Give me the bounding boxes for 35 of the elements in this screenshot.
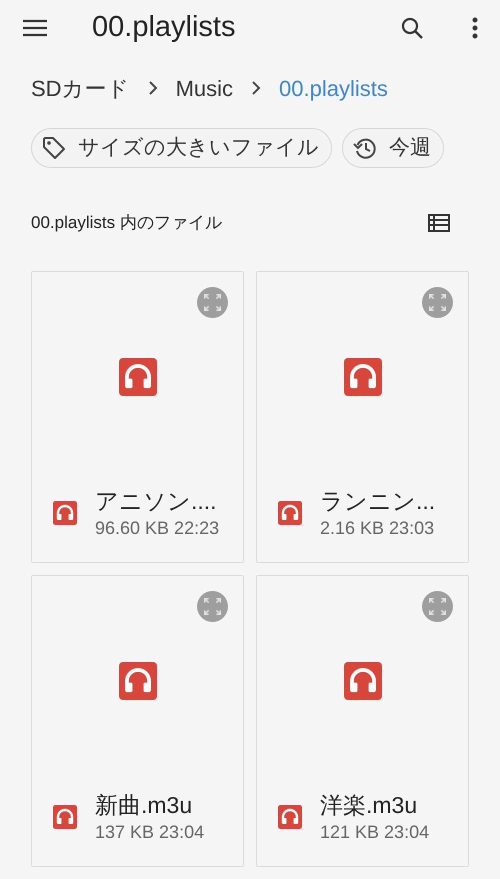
menu-icon[interactable] bbox=[22, 18, 48, 36]
section-title: 00.playlists 内のファイル bbox=[31, 212, 222, 234]
tag-icon bbox=[42, 136, 66, 160]
file-card[interactable]: ランニン... 2.16 KB 23:03 bbox=[256, 271, 469, 563]
file-details: 137 KB 23:04 bbox=[95, 821, 204, 844]
headphones-icon bbox=[344, 662, 382, 700]
history-icon bbox=[353, 136, 377, 160]
file-name: 洋楽.m3u bbox=[320, 791, 418, 820]
file-name: 新曲.m3u bbox=[95, 791, 194, 820]
file-details: 121 KB 23:04 bbox=[320, 821, 430, 844]
file-name: ランニン... bbox=[320, 487, 436, 516]
filter-chip[interactable]: 今週 bbox=[342, 128, 444, 168]
breadcrumb-link[interactable]: Music bbox=[176, 72, 234, 104]
filter-chip[interactable]: サイズの大きいファイル bbox=[31, 128, 332, 168]
file-details: 96.60 KB 22:23 bbox=[95, 517, 220, 540]
headphones-icon bbox=[118, 662, 156, 700]
headphones-icon bbox=[278, 805, 302, 829]
file-card[interactable]: アニソン.... 96.60 KB 22:23 bbox=[31, 271, 244, 563]
file-name: アニソン.... bbox=[95, 487, 218, 516]
file-card[interactable]: 洋楽.m3u 121 KB 23:04 bbox=[256, 575, 469, 867]
breadcrumb-link[interactable]: SDカード bbox=[31, 72, 130, 104]
headphones-icon bbox=[278, 501, 302, 525]
file-card[interactable]: 新曲.m3u 137 KB 23:04 bbox=[31, 575, 244, 867]
headphones-icon bbox=[53, 501, 77, 525]
file-details: 2.16 KB 23:03 bbox=[320, 517, 436, 540]
list-view-icon[interactable] bbox=[428, 214, 450, 232]
search-icon[interactable] bbox=[400, 16, 424, 40]
breadcrumb-link[interactable]: 00.playlists bbox=[279, 72, 388, 104]
chevron-icon bbox=[148, 81, 158, 95]
headphones-icon bbox=[118, 358, 156, 396]
app-title: 00.playlists bbox=[92, 10, 236, 45]
chevron-icon bbox=[251, 81, 262, 95]
more-options-icon[interactable] bbox=[472, 16, 478, 38]
headphones-icon bbox=[344, 358, 382, 396]
headphones-icon bbox=[53, 805, 77, 829]
